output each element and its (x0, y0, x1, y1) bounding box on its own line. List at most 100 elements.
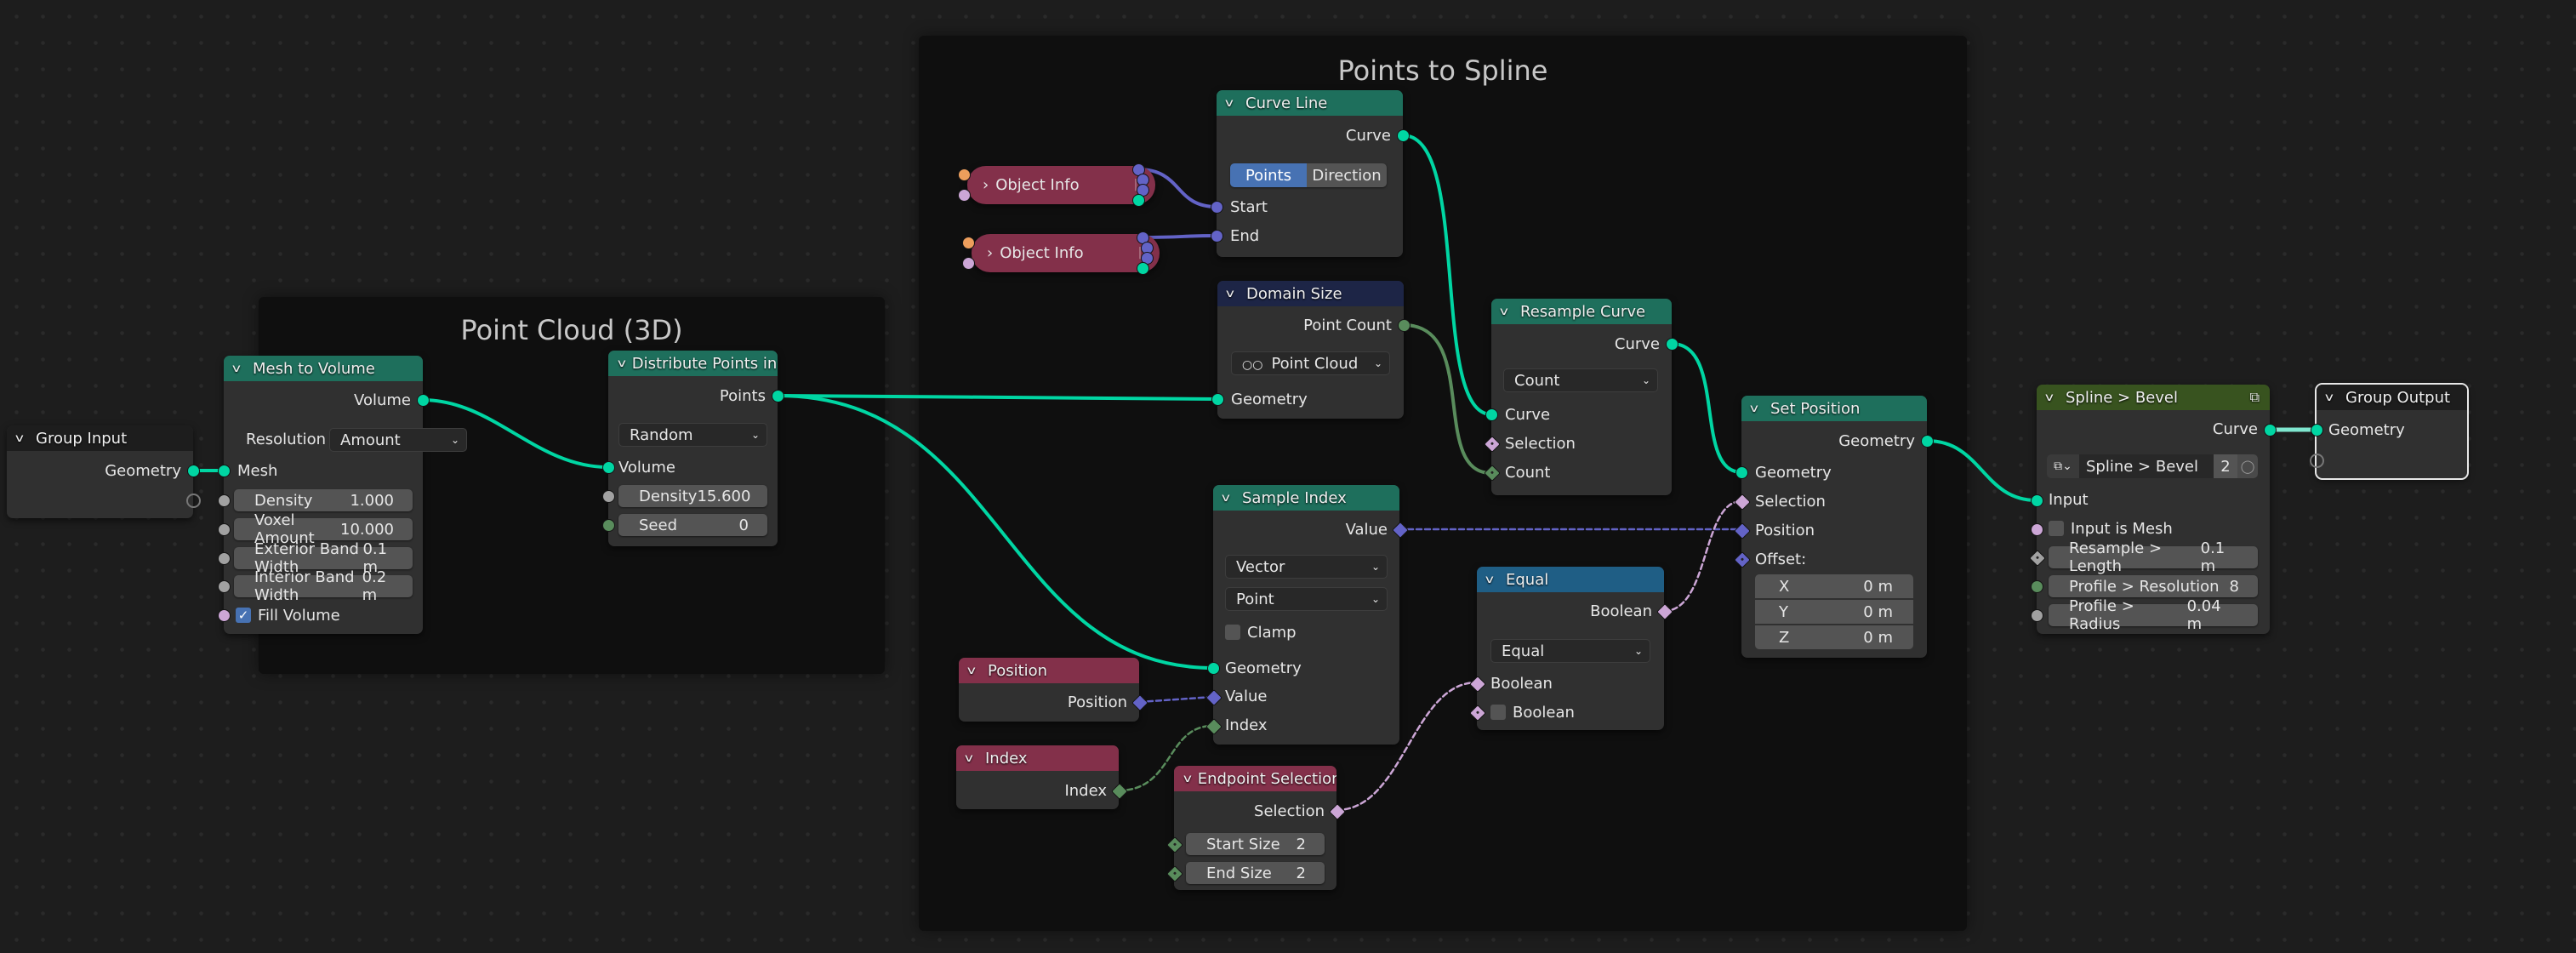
volume-output-socket[interactable] (417, 394, 430, 407)
checkbox-icon[interactable] (2049, 521, 2064, 536)
clamp-checkbox[interactable]: Clamp (1213, 619, 1399, 646)
node-header[interactable]: v Equal (1477, 567, 1664, 592)
end-input-socket[interactable] (1211, 230, 1223, 243)
geometry-output-socket[interactable] (1921, 435, 1934, 448)
mesh-input-socket[interactable] (218, 465, 231, 477)
user-count-button[interactable]: 2 (2214, 454, 2237, 478)
geometry-input-socket[interactable] (2311, 424, 2323, 437)
chevron-down-icon[interactable]: v (618, 357, 626, 370)
browse-node-group-button[interactable]: ⧉⌄ (2047, 454, 2079, 478)
object-input-socket[interactable] (958, 168, 971, 181)
node-index[interactable]: v Index Index (956, 745, 1128, 809)
node-endpoint-selection[interactable]: v Endpoint Selection Selection Start Size… (1166, 766, 1346, 890)
node-mesh-to-volume[interactable]: v Mesh to Volume Volume Resolution Amount… (218, 356, 467, 634)
voxel-amount-field[interactable]: Voxel Amount 10.000 (234, 511, 413, 547)
profile-resolution-socket[interactable] (2031, 580, 2043, 593)
operation-dropdown[interactable]: Equal ⌄ (1490, 639, 1650, 663)
node-header[interactable]: v Group Input (7, 425, 193, 451)
chevron-down-icon[interactable]: v (232, 362, 248, 375)
chevron-down-icon[interactable]: v (1222, 492, 1237, 505)
chevron-down-icon[interactable]: v (2325, 391, 2340, 404)
exterior-band-input-socket[interactable] (218, 552, 231, 565)
node-object-info-1[interactable]: ›Object Info|| (967, 166, 1155, 204)
input-is-mesh-socket[interactable] (2031, 523, 2043, 536)
density-input-socket[interactable] (602, 490, 615, 503)
input-socket[interactable] (2031, 494, 2043, 507)
interior-band-input-socket[interactable] (218, 580, 231, 593)
node-header[interactable]: v Sample Index (1213, 485, 1399, 511)
seed-field[interactable]: Seed 0 (618, 514, 767, 536)
node-resample-curve[interactable]: v Resample Curve Curve Count ⌄ Curve Selec… (1484, 299, 1678, 495)
checkmark-icon[interactable]: ✓ (236, 608, 251, 623)
chevron-right-icon[interactable]: › (987, 244, 993, 262)
node-set-position[interactable]: v Set Position Geometry Geometry Selectio… (1734, 396, 1934, 658)
fill-volume-checkbox[interactable]: ✓ Fill Volume (224, 602, 423, 629)
offset-x-field[interactable]: X 0 m (1755, 574, 1913, 598)
chevron-down-icon[interactable]: v (2045, 391, 2060, 404)
density-field[interactable]: Density 1.000 (234, 489, 413, 511)
mode-points-button[interactable]: Points (1230, 163, 1307, 187)
node-header[interactable]: v Domain Size (1217, 281, 1404, 306)
mode-toggle[interactable]: Points Direction (1230, 163, 1387, 187)
profile-radius-field[interactable]: Profile > Radius 0.04 m (2049, 597, 2258, 633)
as-instance-input-socket[interactable] (962, 257, 975, 270)
curve-input-socket[interactable] (1485, 408, 1498, 421)
node-domain-size[interactable]: v Domain Size Point Count ○○ Point Cloud ⌄ … (1211, 281, 1411, 419)
data-type-dropdown[interactable]: Vector ⌄ (1225, 555, 1388, 579)
points-output-socket[interactable] (772, 390, 784, 402)
node-header[interactable]: v Group Output (2317, 385, 2467, 410)
node-header[interactable]: v Distribute Points in Volume (608, 351, 778, 376)
node-group-selector[interactable]: ⧉⌄ Spline > Bevel 2 ◯ (2047, 454, 2258, 478)
voxel-amount-input-socket[interactable] (218, 523, 231, 536)
node-curve-line[interactable]: v Curve Line Curve Points Direction Start… (1211, 90, 1410, 257)
node-equal[interactable]: v Equal Boolean Equal ⌄ Boolean Boolean (1469, 567, 1673, 730)
input-is-mesh-checkbox[interactable]: Input is Mesh (2037, 515, 2270, 542)
node-header[interactable]: v Spline > Bevel ⧉ (2037, 385, 2270, 410)
node-spline-bevel-group[interactable]: v Spline > Bevel ⧉ Curve ⧉⌄ Spline > Bevel… (2029, 385, 2277, 634)
curve-output-socket[interactable] (1397, 129, 1410, 142)
offset-y-field[interactable]: Y 0 m (1755, 600, 1913, 624)
geometry-output-socket[interactable] (187, 465, 200, 477)
chevron-down-icon[interactable]: v (1485, 574, 1501, 586)
node-header[interactable]: v Curve Line (1217, 90, 1403, 116)
chevron-down-icon[interactable]: v (1226, 288, 1241, 300)
resolution-dropdown[interactable]: Amount ⌄ (329, 428, 467, 452)
end-size-field[interactable]: End Size 2 (1186, 862, 1325, 884)
geometry-input-socket[interactable] (1735, 466, 1748, 479)
domain-dropdown[interactable]: Point ⌄ (1225, 587, 1388, 611)
density-field[interactable]: Density 15.600 (618, 485, 767, 507)
node-position[interactable]: v Position Position (959, 658, 1148, 722)
node-sample-index[interactable]: v Sample Index Value Vector ⌄ Point ⌄ Clamp… (1205, 485, 1409, 745)
mode-direction-button[interactable]: Direction (1307, 163, 1387, 187)
chevron-down-icon[interactable]: v (1500, 305, 1515, 318)
node-header[interactable]: v Set Position (1741, 396, 1927, 421)
chevron-down-icon[interactable]: v (965, 752, 980, 765)
start-input-socket[interactable] (1211, 201, 1223, 214)
node-header[interactable]: v Resample Curve (1491, 299, 1672, 324)
empty-input-socket[interactable] (2310, 454, 2324, 468)
point-count-output-socket[interactable] (1398, 319, 1411, 332)
boolean-b-checkbox[interactable]: Boolean (1477, 699, 1664, 726)
volume-input-socket[interactable] (602, 461, 615, 474)
chevron-right-icon[interactable]: › (983, 176, 989, 194)
seed-input-socket[interactable] (602, 519, 615, 532)
resample-mode-dropdown[interactable]: Count ⌄ (1503, 368, 1658, 392)
node-group-input[interactable]: v Group Input Geometry (7, 425, 201, 518)
node-group-name-field[interactable]: Spline > Bevel (2079, 454, 2214, 478)
offset-z-field[interactable]: Z 0 m (1755, 625, 1913, 649)
geometry-input-socket[interactable] (1211, 393, 1224, 406)
node-header[interactable]: v Position (959, 658, 1139, 683)
chevron-down-icon[interactable]: v (15, 432, 31, 445)
node-header[interactable]: v Index (956, 745, 1119, 771)
exterior-band-width-field[interactable]: Exterior Band Width 0.1 m (234, 540, 413, 576)
node-header[interactable]: v Mesh to Volume (224, 356, 423, 381)
resample-length-field[interactable]: Resample > Length 0.1 m (2049, 539, 2258, 575)
node-group-output[interactable]: v Group Output Geometry (2310, 383, 2469, 480)
node-object-info-2[interactable]: ›Object Info|| (972, 234, 1160, 272)
geometry-output-socket[interactable] (1132, 194, 1145, 207)
object-input-socket[interactable] (962, 237, 975, 249)
chevron-down-icon[interactable]: v (1225, 97, 1240, 110)
checkbox-icon[interactable] (1225, 625, 1240, 640)
profile-resolution-field[interactable]: Profile > Resolution 8 (2049, 575, 2258, 597)
density-input-socket[interactable] (218, 494, 231, 507)
